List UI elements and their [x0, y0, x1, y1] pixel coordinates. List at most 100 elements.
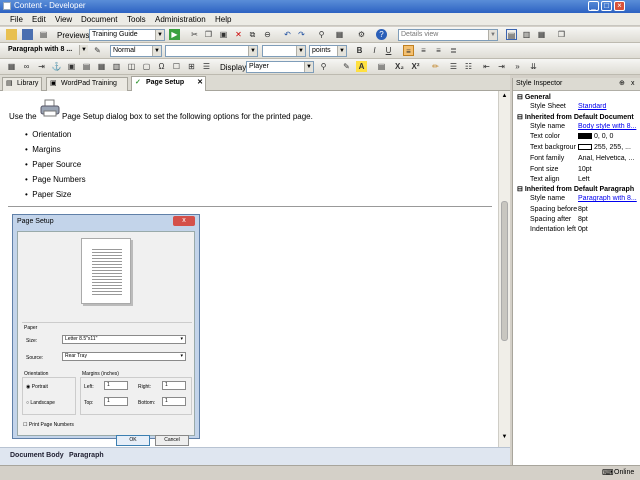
unit-select[interactable]: points ▼ — [309, 45, 347, 57]
help-icon[interactable]: ? — [376, 29, 387, 40]
align-center-icon[interactable]: ≡ — [418, 45, 429, 56]
zoom-icon[interactable]: ⚲ — [318, 61, 329, 72]
page-numbers-label: Print Page Numbers — [28, 422, 74, 428]
path-document-body[interactable]: Document Body — [10, 452, 64, 459]
find-icon[interactable]: ⚲ — [316, 29, 327, 40]
hyperlink-icon[interactable]: ∞ — [21, 61, 32, 72]
menu-help[interactable]: Help — [215, 15, 231, 24]
style-select[interactable]: Normal ▼ — [110, 45, 162, 57]
split-view-icon[interactable]: ▥ — [521, 29, 532, 40]
grid-insert-icon[interactable]: ▦ — [96, 61, 107, 72]
style-icon[interactable]: ✎ — [92, 45, 103, 56]
field-icon[interactable]: ⊞ — [186, 61, 197, 72]
font-size-select[interactable]: ▼ — [262, 45, 306, 57]
tab-page-setup[interactable]: ✓ Page Setup ✕ — [131, 76, 206, 91]
panel-icon[interactable]: ▦ — [536, 29, 547, 40]
bold-button[interactable]: B — [354, 45, 365, 56]
close-window-button[interactable]: × — [614, 1, 625, 11]
prop-key: Text color — [530, 133, 560, 140]
paste-icon[interactable]: ▣ — [218, 29, 229, 40]
maximize-button[interactable]: □ — [601, 1, 612, 11]
grid-icon[interactable]: ▦ — [334, 29, 345, 40]
play-icon[interactable]: ▶ — [169, 29, 180, 40]
scroll-down-icon[interactable]: ▼ — [500, 434, 509, 443]
font-select[interactable]: ▼ — [165, 45, 258, 57]
layout-insert-icon[interactable]: ▥ — [111, 61, 122, 72]
numbered-list-icon[interactable]: ☷ — [463, 61, 474, 72]
landscape-radio: ○ Landscape — [26, 400, 55, 406]
prop-font-family-value: Arial, Helvetica, ... — [578, 155, 635, 162]
cut-icon[interactable]: ✂ — [189, 29, 200, 40]
image-icon[interactable]: ▣ — [66, 61, 77, 72]
list-insert-icon[interactable]: ☰ — [201, 61, 212, 72]
frame-icon[interactable]: ▤ — [81, 61, 92, 72]
more-icon[interactable]: » — [512, 61, 523, 72]
online-status: Online — [614, 469, 635, 476]
format-painter-icon[interactable]: ✎ — [341, 61, 352, 72]
menu-administration[interactable]: Administration — [155, 15, 206, 24]
copy-icon[interactable]: ❐ — [203, 29, 214, 40]
section-default-document[interactable]: ⊟ Inherited from Default Document — [517, 113, 634, 121]
duplicate-icon[interactable]: ⧉ — [247, 29, 258, 40]
scrollbar-thumb[interactable] — [501, 201, 508, 341]
superscript-button[interactable]: X² — [410, 61, 421, 72]
chevron-down-icon: ▼ — [337, 46, 346, 56]
open-icon[interactable] — [6, 29, 17, 40]
prop-stylesheet-link[interactable]: Standard — [578, 103, 638, 110]
document-scrollbar[interactable]: ▲ ▼ — [498, 91, 510, 447]
tools-icon[interactable]: ⚙ — [356, 29, 367, 40]
layout-icon[interactable]: ▤ — [506, 29, 517, 40]
highlight-icon[interactable]: ✏ — [430, 61, 441, 72]
italic-button[interactable]: I — [369, 45, 380, 56]
menu-tools[interactable]: Tools — [127, 15, 146, 24]
delete-icon[interactable]: ✕ — [233, 29, 244, 40]
minimize-button[interactable]: _ — [588, 1, 599, 11]
text-color-button[interactable]: A — [356, 61, 367, 72]
view-select[interactable]: Details view ▼ — [398, 29, 498, 41]
section-general[interactable]: ⊟ General — [517, 93, 551, 101]
align-left-icon[interactable]: ≡ — [403, 45, 414, 56]
display-select[interactable]: Player ▼ — [246, 61, 314, 73]
menu-file[interactable]: File — [10, 15, 23, 24]
symbol-icon[interactable]: Ω — [156, 61, 167, 72]
indent-icon[interactable]: ⇥ — [496, 61, 507, 72]
standard-toolbar: ▤ Previews: Training Guide ▼ ▶ ✂ ❐ ▣ ✕ ⧉ … — [0, 27, 640, 43]
tab-wordpad-training[interactable]: ▣ WordPad Training — [46, 77, 128, 91]
pin-icon[interactable]: ⊕ — [619, 78, 625, 90]
inspector-close-button[interactable]: x — [631, 78, 635, 90]
clear-format-icon[interactable]: ▤ — [376, 61, 387, 72]
insert-icon[interactable]: ⇥ — [36, 61, 47, 72]
anchor-icon[interactable]: ⚓ — [51, 61, 62, 72]
tab-library[interactable]: ▤ Library — [2, 77, 42, 91]
document-editor[interactable]: Use the Page Setup dialog box to set the… — [0, 91, 498, 447]
outdent-icon[interactable]: ⇤ — [481, 61, 492, 72]
link-icon[interactable]: ⊖ — [262, 29, 273, 40]
bullet-list-icon[interactable]: ☰ — [448, 61, 459, 72]
path-paragraph[interactable]: Paragraph — [69, 452, 104, 459]
menu-edit[interactable]: Edit — [32, 15, 46, 24]
section-default-paragraph[interactable]: ⊟ Inherited from Default Paragraph — [517, 185, 634, 193]
justify-icon[interactable]: ≣ — [448, 45, 459, 56]
prop-style-name-link[interactable]: Body style with 8... — [578, 123, 638, 130]
print-icon[interactable]: ▤ — [38, 29, 49, 40]
expand-icon[interactable]: ⇊ — [528, 61, 539, 72]
redo-icon[interactable]: ↷ — [296, 29, 307, 40]
subscript-button[interactable]: X₂ — [394, 61, 405, 72]
form-icon[interactable]: ☐ — [171, 61, 182, 72]
align-right-icon[interactable]: ≡ — [433, 45, 444, 56]
table-icon[interactable]: ▦ — [6, 61, 17, 72]
undo-icon[interactable]: ↶ — [282, 29, 293, 40]
scroll-up-icon[interactable]: ▲ — [500, 93, 509, 102]
menu-document[interactable]: Document — [81, 15, 117, 24]
underline-button[interactable]: U — [383, 45, 394, 56]
prop-paragraph-style-link[interactable]: Paragraph with 8... — [578, 195, 638, 202]
save-icon[interactable] — [22, 29, 33, 40]
prop-key: Style name — [530, 195, 566, 202]
object-icon[interactable]: ▢ — [141, 61, 152, 72]
window-icon[interactable]: ❒ — [556, 29, 567, 40]
paragraph-style-select[interactable]: Paragraph with 8 ... ▼ — [6, 45, 88, 57]
close-tab-icon[interactable]: ✕ — [197, 77, 203, 89]
media-icon[interactable]: ◫ — [126, 61, 137, 72]
preview-select[interactable]: Training Guide ▼ — [89, 29, 165, 41]
menu-view[interactable]: View — [55, 15, 72, 24]
